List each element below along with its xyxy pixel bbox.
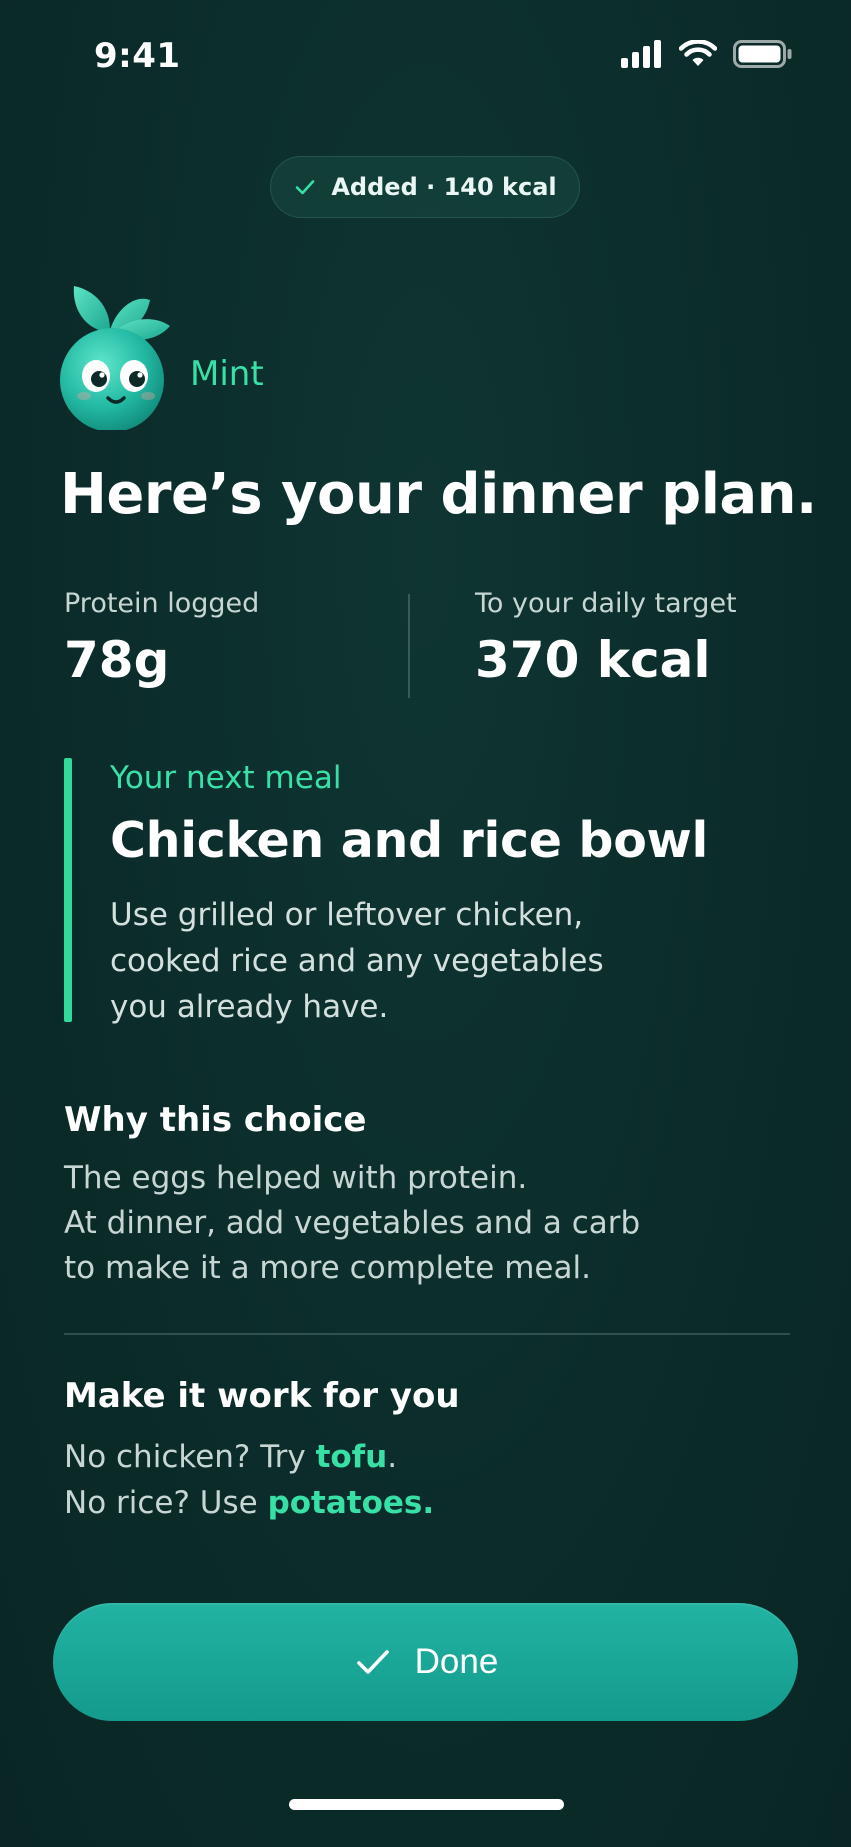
work-section-title: Make it work for you [64,1376,460,1416]
section-divider [64,1333,790,1335]
next-meal-eyebrow: Your next meal [110,760,342,796]
toast-text: Added · 140 kcal [331,173,557,201]
protein-stat-value: 78g [64,631,170,689]
next-meal-title: Chicken and rice bowl [110,812,709,869]
substitution-potatoes: potatoes. [267,1485,435,1521]
target-stat-value: 370 kcal [475,631,711,689]
substitution-tofu: tofu [315,1439,388,1475]
stat-divider [408,594,410,698]
added-toast: Added · 140 kcal [270,156,580,218]
substitution-text: . [387,1439,398,1475]
done-button[interactable]: Done [53,1603,798,1721]
next-meal-description: Use grilled or leftover chicken, cooked … [110,892,710,1030]
dinner-plan-screen: 9:41 Added · 140 kcal Mint Here’s your d… [0,0,851,1847]
substitution-text: No chicken? Try [64,1439,316,1475]
page-title: Here’s your dinner plan. [60,462,817,527]
substitution-line-chicken: No chicken? Try tofu. [64,1434,434,1480]
status-icons [621,40,793,68]
mint-mascot-icon [54,280,174,432]
next-meal-description-line: Use grilled or leftover chicken, [110,897,584,933]
target-stat: To your daily target 370 kcal [475,588,737,689]
done-button-label: Done [414,1642,499,1681]
next-meal-description-line: cooked rice and any vegetables [110,943,604,979]
substitution-text: No rice? Use [64,1485,268,1521]
target-stat-label: To your daily target [475,588,737,619]
protein-stat-label: Protein logged [64,588,260,619]
check-icon [353,1642,393,1682]
meal-accent-bar [64,758,72,1022]
battery-icon [733,40,792,68]
why-line: The eggs helped with protein. [64,1160,528,1196]
why-section-body: The eggs helped with protein. At dinner,… [64,1156,640,1291]
protein-stat: Protein logged 78g [64,588,259,689]
home-indicator[interactable] [289,1799,564,1810]
next-meal-description-line: you already have. [110,989,389,1025]
wifi-icon [679,40,717,66]
work-section-body: No chicken? Try tofu. No rice? Use potat… [64,1434,434,1526]
why-section-title: Why this choice [64,1100,367,1140]
assistant-name: Mint [190,354,264,394]
check-icon [293,175,317,199]
status-time: 9:41 [94,36,181,76]
cellular-signal-icon [621,40,661,68]
why-line: to make it a more complete meal. [64,1250,591,1286]
why-line: At dinner, add vegetables and a carb [64,1205,641,1241]
substitution-line-rice: No rice? Use potatoes. [64,1480,434,1526]
